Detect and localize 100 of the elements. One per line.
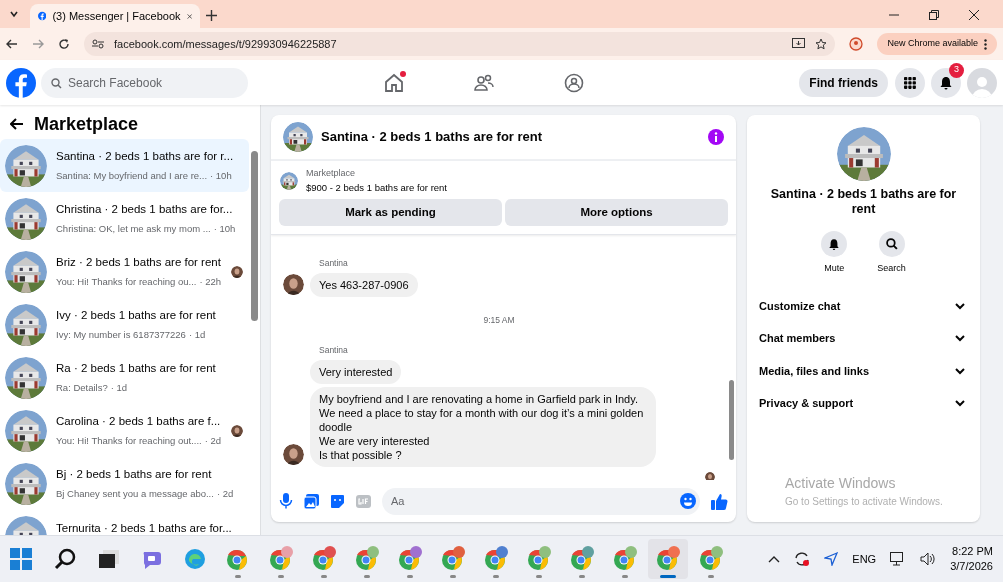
chrome-icon [397,546,423,572]
message-bubble: Yes 463-287-0906 [310,272,418,297]
update-button[interactable]: New Chrome available [877,33,997,55]
message-preview: Ra: Details? [56,380,108,395]
search-icon [54,547,78,571]
chrome-icon [526,546,552,572]
message-bubble: My boyfriend and I are renovating a home in Garfield park in Indy. We need a place to stay for a month with our dog it’s a mini golden doodle We are very interested Is that possible ? [310,387,656,467]
clock-time: 8:22 PM [952,544,993,559]
message-time: · 1d [188,327,206,342]
back-arrow-icon[interactable] [10,118,24,130]
volume-icon[interactable] [920,552,937,566]
url-text: facebook.com/messages/t/929930946225887 [114,36,338,52]
notification-badge: 3 [949,62,964,78]
microphone-icon[interactable] [279,493,293,509]
conversation-title: Bj · 2 beds 1 baths are for rent [56,467,213,483]
site-settings-icon [92,39,104,49]
message-bubble: Very interested [310,360,402,384]
image-icon[interactable] [304,493,319,509]
message-time: · 1d [110,380,128,395]
bell-icon [828,237,841,251]
grid-icon [904,76,916,89]
listing-action-button[interactable]: Mark as pending [279,198,502,226]
browser-tab[interactable]: (3) Messenger | Facebook [30,4,200,28]
section-header[interactable]: Customize chat [759,289,968,322]
chrome-icon [268,546,294,572]
chrome-icon [483,546,509,572]
chrome-icon [569,546,595,572]
conversation-item[interactable]: Ra · 2 beds 1 baths are for rent Ra: Details? · 1d [0,351,249,404]
sync-icon[interactable] [794,551,811,567]
more-icon [984,38,987,50]
message-preview: You: Hi! Thanks for reaching ou... [56,274,197,289]
friends-icon[interactable] [473,72,494,93]
conversation-item[interactable]: Briz · 2 beds 1 baths are for rent You: Hi! Thanks for reaching ou... · 22h [0,245,249,298]
conversation-title: Christina · 2 beds 1 baths are for... [56,202,234,218]
chrome-icon [655,546,681,572]
facebook-logo-icon[interactable] [6,67,36,98]
menu-button[interactable] [895,67,925,98]
facebook-logo-icon [38,9,47,23]
section-header[interactable]: Chat members [759,322,968,355]
search-field[interactable]: Search Facebook [41,67,248,98]
chrome-icon [698,546,724,572]
chrome-icon [612,546,638,572]
conversation-item[interactable]: Carolina · 2 beds 1 baths are f... You: Hi! Thanks for reaching out.... · 2d [0,404,249,457]
timestamp: 9:15 AM [483,313,515,327]
conversation-title: Ra · 2 beds 1 baths are for rent [56,361,217,377]
section-header[interactable]: Media, files and links [759,354,968,387]
info-icon[interactable] [708,129,724,145]
message-time: · 2d [204,433,222,448]
conversation-item[interactable]: Christina · 2 beds 1 baths are for... Christina: OK, let me ask my mom ... · 10h [0,192,249,245]
home-icon[interactable] [383,72,404,93]
back-icon[interactable] [6,38,18,50]
close-icon[interactable] [969,10,979,20]
message-preview: Christina: OK, let me ask my mom ... [56,221,211,236]
windows-start-icon[interactable] [10,548,32,570]
edge-icon [183,547,207,571]
listing-action-button[interactable]: More options [505,198,728,226]
chrome-icon [354,546,380,572]
thumbs-up-icon[interactable] [711,492,728,510]
task-view-icon [97,547,121,571]
conversation-name: Santina · 2 beds 1 baths are for rent [769,187,958,217]
restore-icon[interactable] [929,10,939,20]
language-indicator[interactable]: ENG [852,550,877,568]
address-bar[interactable]: facebook.com/messages/t/929930946225887 [84,32,836,56]
location-arrow-icon[interactable] [824,552,839,566]
tab-title: (3) Messenger | Facebook [52,8,181,24]
listing-source: Marketplace [306,167,357,180]
reload-icon[interactable] [58,38,70,50]
activation-text: Go to Settings to activate Windows. [785,495,943,509]
section-header[interactable]: Privacy & support [759,387,968,420]
sender-name: Santina [319,256,349,270]
conversation-item[interactable]: Ivy · 2 beds 1 baths are for rent Ivy: My number is 6187377226 · 1d [0,298,249,351]
star-icon[interactable] [815,38,828,50]
conversation-item[interactable]: Bj · 2 beds 1 baths are for rent Bj Chaney sent you a message abo... · 2d [0,457,249,510]
message-preview: Bj Chaney sent you a message abo... [56,486,214,501]
message-preview: You: Hi! Thanks for reaching out.... [56,433,202,448]
activation-title: Activate Windows [785,474,897,493]
message-time: · 10h [210,168,232,183]
search-icon [885,238,898,250]
message-preview: Ivy: My number is 6187377226 [56,327,186,342]
new-tab-icon[interactable] [206,10,217,21]
chrome-icon [440,546,466,572]
sidebar-title: Marketplace [34,112,139,136]
conversation-item[interactable]: Santina · 2 beds 1 baths are for r... Santina: My boyfriend and I are re... · 10h [0,139,249,192]
install-app-icon[interactable] [792,38,806,50]
groups-icon[interactable] [563,72,584,93]
chrome-icon [311,546,337,572]
sender-name: Santina [319,344,349,357]
message-preview: Santina: My boyfriend and I are re... [56,168,208,183]
caret-up-icon[interactable] [768,555,781,563]
chat-title: Santina · 2 beds 1 baths are for rent [321,128,544,147]
emoji-icon[interactable] [680,493,696,509]
message-time: · 10h [213,221,236,236]
message-field[interactable]: Aa [382,487,700,515]
search-icon [51,77,62,89]
forward-icon[interactable] [32,38,44,50]
conversation-title: Ternurita · 2 beds 1 baths are for... [56,521,233,535]
conversation-title: Santina · 2 beds 1 baths are for r... [56,149,235,165]
sticker-icon[interactable] [330,493,345,509]
profile-icon[interactable] [849,37,864,51]
find-friends-button[interactable]: Find friends [799,68,888,97]
